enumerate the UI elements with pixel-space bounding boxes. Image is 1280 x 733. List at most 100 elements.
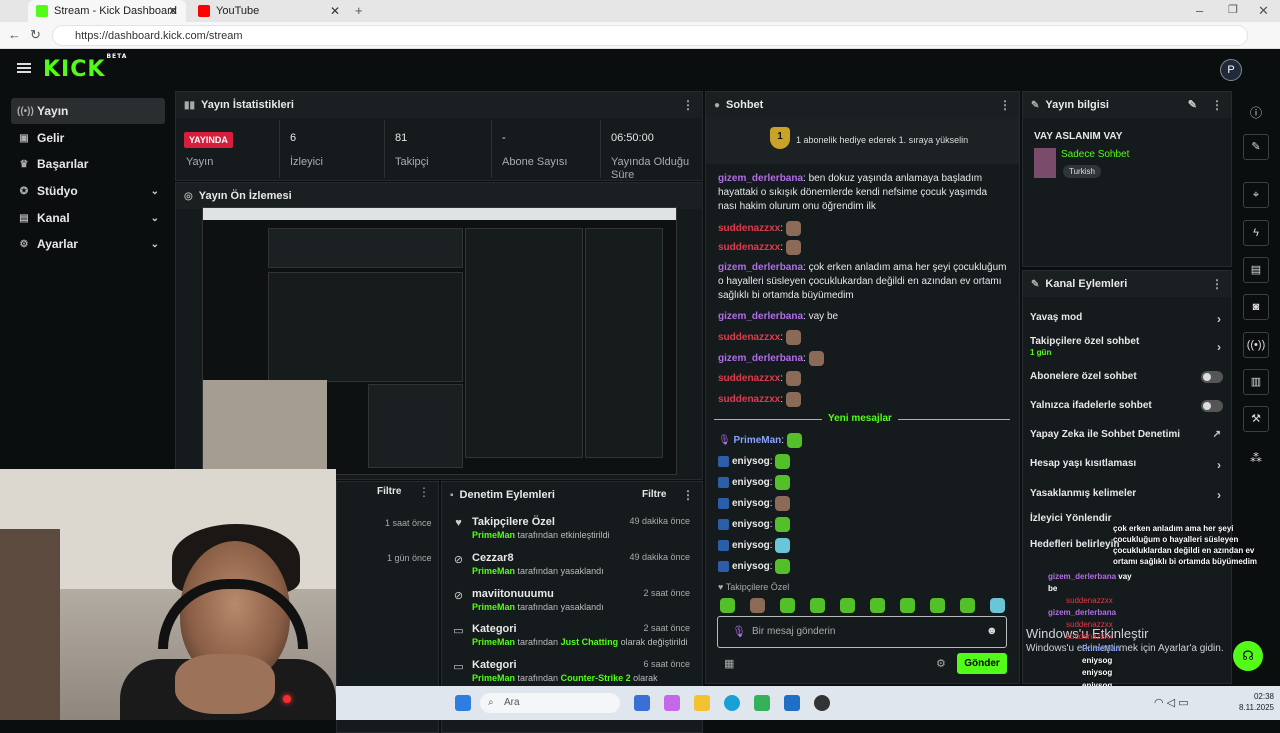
emote-icon[interactable] (810, 598, 825, 613)
windows-start-icon[interactable] (455, 695, 471, 711)
avatar[interactable]: P (1220, 59, 1242, 81)
emote-icon[interactable] (840, 598, 855, 613)
send-button[interactable]: Gönder (957, 653, 1007, 674)
chat-username[interactable]: eniysog (732, 477, 770, 488)
setting-account-age[interactable]: Hesap yaşı kısıtlaması › (1030, 458, 1225, 472)
chat-username[interactable]: eniysog (732, 540, 770, 551)
edit-stream-button[interactable]: ✎ (1243, 134, 1269, 160)
chat-username[interactable]: suddenazzxx (718, 242, 780, 253)
rail-button-6[interactable]: ▥ (1243, 369, 1269, 395)
chat-username[interactable]: suddenazzxx (718, 223, 780, 234)
emote-icon[interactable] (930, 598, 945, 613)
more-options-icon[interactable]: ⋮ (418, 485, 430, 499)
info-icon[interactable]: ⓘ (1250, 104, 1262, 121)
emote-icon[interactable] (780, 598, 795, 613)
more-options-icon[interactable]: ⋮ (682, 98, 694, 112)
maximize-icon[interactable]: ❐ (1228, 3, 1238, 16)
obs-icon[interactable] (814, 695, 830, 711)
rail-button-5[interactable]: ((•)) (1243, 332, 1269, 358)
share-icon[interactable]: ⁂ (1250, 451, 1262, 465)
chat-username[interactable]: gizem_derlerbana (718, 173, 803, 184)
edit-icon[interactable]: ✎ (1188, 98, 1197, 111)
chat-username[interactable]: eniysog (732, 498, 770, 509)
emote-icon[interactable] (960, 598, 975, 613)
setting-subscribers-only[interactable]: Abonelere özel sohbet (1030, 371, 1225, 383)
setting-slow-mode[interactable]: Yavaş mod › (1030, 312, 1225, 326)
emote-icon[interactable] (870, 598, 885, 613)
gift-icon[interactable]: ▦ (724, 657, 734, 670)
system-tray[interactable]: ◠ ◁ ▭ (1154, 696, 1189, 709)
setting-banned-words[interactable]: Yasaklanmış kelimeler › (1030, 488, 1225, 502)
chat-username[interactable]: suddenazzxx (718, 373, 780, 384)
kick-logo[interactable]: KICKBETA (43, 53, 126, 82)
close-window-icon[interactable]: ✕ (1258, 3, 1269, 19)
setting-ai-moderation[interactable]: Yapay Zeka ile Sohbet Denetimi ↗ (1030, 429, 1225, 440)
back-icon[interactable]: ← (8, 27, 21, 42)
help-support-button[interactable]: ☊ (1233, 641, 1263, 671)
sidebar-item-basarilar[interactable]: ♛ Başarılar (11, 151, 165, 177)
chat-username[interactable]: PrimeMan (733, 435, 781, 446)
tab-kick-dashboard[interactable]: Stream - Kick Dashboard ✕ (28, 0, 186, 22)
chat-username[interactable]: eniysog (732, 456, 770, 467)
moderator-name[interactable]: PrimeMan (472, 530, 515, 540)
pinned-gift-banner[interactable]: 1 1 abonelik hediye ederek 1. sıraya yük… (706, 118, 1019, 164)
close-tab-icon[interactable]: ✕ (330, 4, 340, 18)
more-options-icon[interactable]: ⋮ (1211, 277, 1223, 291)
chat-username[interactable]: suddenazzxx (718, 394, 780, 405)
sidebar-item-gelir[interactable]: ▣ Gelir (11, 125, 165, 151)
stat-label: Yayında Olduğu Süre (611, 156, 690, 181)
chat-username[interactable]: eniysog (732, 519, 770, 530)
sidebar-item-kanal[interactable]: ▤ Kanal ⌄ (11, 205, 165, 231)
moderator-name[interactable]: PrimeMan (472, 673, 515, 683)
emote-icon[interactable] (720, 598, 735, 613)
url-input[interactable]: https://dashboard.kick.com/stream (52, 25, 1248, 46)
stream-preview-video[interactable] (202, 207, 677, 475)
filter-button[interactable]: Filtre (642, 489, 666, 500)
edge-icon[interactable] (724, 695, 740, 711)
whatsapp-icon[interactable] (754, 695, 770, 711)
moderator-name[interactable]: PrimeMan (472, 637, 515, 647)
store-icon[interactable] (784, 695, 800, 711)
stream-category[interactable]: Sadece Sohbet (1061, 149, 1129, 160)
sidebar-item-studyo[interactable]: ✪ Stüdyo ⌄ (11, 178, 165, 204)
sidebar-item-yayin[interactable]: ((•)) Yayın (11, 98, 165, 124)
taskbar-search[interactable]: ⌕ Ara (480, 693, 620, 713)
reload-icon[interactable]: ↻ (30, 27, 41, 43)
emote-icon[interactable] (750, 598, 765, 613)
gear-icon[interactable]: ⚙ (936, 657, 946, 670)
moderator-name[interactable]: PrimeMan (472, 602, 515, 612)
copilot-icon[interactable] (664, 695, 680, 711)
rail-button-7[interactable]: ⚒ (1243, 406, 1269, 432)
moderator-name[interactable]: PrimeMan (472, 566, 515, 576)
emoji-icon[interactable]: ☻ (986, 625, 998, 637)
chat-username[interactable]: gizem_derlerbana (718, 262, 803, 273)
setting-followers-only[interactable]: Takipçilere özel sohbet 1 gün › (1030, 336, 1225, 358)
toggle-switch[interactable] (1201, 371, 1223, 383)
chat-input[interactable]: 🎙 Bir mesaj gönderin ☻ (717, 616, 1007, 648)
more-options-icon[interactable]: ⋮ (1211, 98, 1223, 112)
tab-youtube[interactable]: YouTube ✕ (190, 0, 348, 22)
file-explorer-icon[interactable] (694, 695, 710, 711)
setting-emotes-only[interactable]: Yalnızca ifadelerle sohbet (1030, 400, 1225, 412)
emote-icon[interactable] (900, 598, 915, 613)
rail-button-3[interactable]: ▤ (1243, 257, 1269, 283)
rail-button-2[interactable]: ϟ (1243, 220, 1269, 246)
close-tab-icon[interactable]: ✕ (168, 4, 178, 18)
filter-button[interactable]: Filtre (377, 486, 401, 497)
chat-username[interactable]: gizem_derlerbana (718, 353, 803, 364)
rail-button-4[interactable]: ◙ (1243, 294, 1269, 320)
more-options-icon[interactable]: ⋮ (999, 98, 1011, 112)
taskbar-clock[interactable]: 02:38 8.11.2025 (1232, 691, 1274, 713)
chat-username[interactable]: suddenazzxx (718, 332, 780, 343)
new-tab-icon[interactable]: + (355, 3, 363, 18)
toggle-switch[interactable] (1201, 400, 1223, 412)
task-view-icon[interactable] (634, 695, 650, 711)
sidebar-item-ayarlar[interactable]: ⚙ Ayarlar ⌄ (11, 231, 165, 257)
emote-icon[interactable] (990, 598, 1005, 613)
chat-username[interactable]: eniysog (732, 561, 770, 572)
chat-username[interactable]: gizem_derlerbana (718, 311, 803, 322)
menu-icon[interactable] (17, 63, 31, 73)
minimize-icon[interactable]: – (1196, 3, 1203, 18)
rail-button-1[interactable]: ⌖ (1243, 182, 1269, 208)
more-options-icon[interactable]: ⋮ (682, 488, 694, 502)
